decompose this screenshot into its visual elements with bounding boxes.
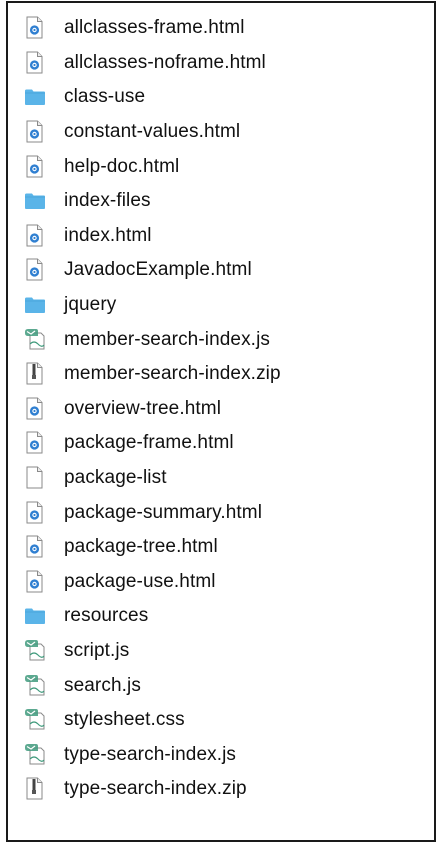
file-list-item[interactable]: member-search-index.js — [24, 322, 281, 357]
script-file-icon — [24, 674, 46, 698]
folder-icon — [24, 85, 46, 109]
file-name: overview-tree.html — [64, 397, 222, 419]
file-list-item[interactable]: allclasses-frame.html — [24, 11, 281, 46]
file-list-item[interactable]: index-files — [24, 184, 281, 219]
html-file-icon — [24, 155, 46, 179]
script-file-icon — [24, 743, 46, 767]
file-list-item[interactable]: help-doc.html — [24, 149, 281, 184]
file-name: stylesheet.css — [64, 709, 185, 731]
file-name: index-files — [64, 190, 151, 212]
file-list-item[interactable]: JavadocExample.html — [24, 253, 281, 288]
folder-icon — [24, 604, 46, 628]
html-file-icon — [24, 570, 46, 594]
file-name: allclasses-frame.html — [64, 17, 245, 39]
file-name: member-search-index.js — [64, 328, 270, 350]
file-list-item[interactable]: package-list — [24, 461, 281, 496]
html-file-icon — [24, 397, 46, 421]
file-list-item[interactable]: package-tree.html — [24, 530, 281, 565]
file-name: class-use — [64, 86, 146, 108]
blank-file-icon — [24, 466, 46, 490]
html-file-icon — [24, 431, 46, 455]
zip-file-icon — [24, 362, 46, 386]
file-list-item[interactable]: package-summary.html — [24, 495, 281, 530]
html-file-icon — [24, 16, 46, 40]
file-name: member-search-index.zip — [64, 363, 281, 385]
folder-icon — [24, 189, 46, 213]
file-list-item[interactable]: allclasses-noframe.html — [24, 46, 281, 81]
html-file-icon — [24, 501, 46, 525]
file-list: allclasses-frame.html allclasses-noframe… — [24, 11, 281, 807]
file-list-item[interactable]: search.js — [24, 668, 281, 703]
file-name: package-frame.html — [64, 432, 234, 454]
file-name: package-summary.html — [64, 501, 263, 523]
file-list-item[interactable]: index.html — [24, 219, 281, 254]
script-file-icon — [24, 639, 46, 663]
zip-file-icon — [24, 777, 46, 801]
file-list-item[interactable]: type-search-index.zip — [24, 772, 281, 807]
script-file-icon — [24, 328, 46, 352]
html-file-icon — [24, 535, 46, 559]
file-name: script.js — [64, 639, 130, 661]
file-list-item[interactable]: resources — [24, 599, 281, 634]
file-name: package-use.html — [64, 570, 216, 592]
file-name: package-list — [64, 467, 167, 489]
script-file-icon — [24, 708, 46, 732]
html-file-icon — [24, 258, 46, 282]
file-name: JavadocExample.html — [64, 259, 252, 281]
file-name: help-doc.html — [64, 155, 180, 177]
file-list-item[interactable]: member-search-index.zip — [24, 357, 281, 392]
file-list-item[interactable]: stylesheet.css — [24, 703, 281, 738]
file-name: package-tree.html — [64, 536, 218, 558]
file-list-item[interactable]: package-frame.html — [24, 426, 281, 461]
file-name: search.js — [64, 674, 141, 696]
file-name: type-search-index.zip — [64, 778, 247, 800]
file-name: index.html — [64, 224, 152, 246]
html-file-icon — [24, 51, 46, 75]
file-list-item[interactable]: constant-values.html — [24, 115, 281, 150]
file-list-item[interactable]: jquery — [24, 288, 281, 323]
file-name: allclasses-noframe.html — [64, 51, 266, 73]
file-list-item[interactable]: overview-tree.html — [24, 392, 281, 427]
file-list-item[interactable]: class-use — [24, 80, 281, 115]
html-file-icon — [24, 224, 46, 248]
folder-icon — [24, 293, 46, 317]
file-name: jquery — [64, 294, 117, 316]
file-name: resources — [64, 605, 149, 627]
file-name: type-search-index.js — [64, 743, 237, 765]
file-list-item[interactable]: script.js — [24, 634, 281, 669]
file-list-item[interactable]: type-search-index.js — [24, 737, 281, 772]
file-list-panel: allclasses-frame.html allclasses-noframe… — [6, 1, 436, 842]
file-name: constant-values.html — [64, 121, 241, 143]
html-file-icon — [24, 120, 46, 144]
file-list-item[interactable]: package-use.html — [24, 565, 281, 600]
